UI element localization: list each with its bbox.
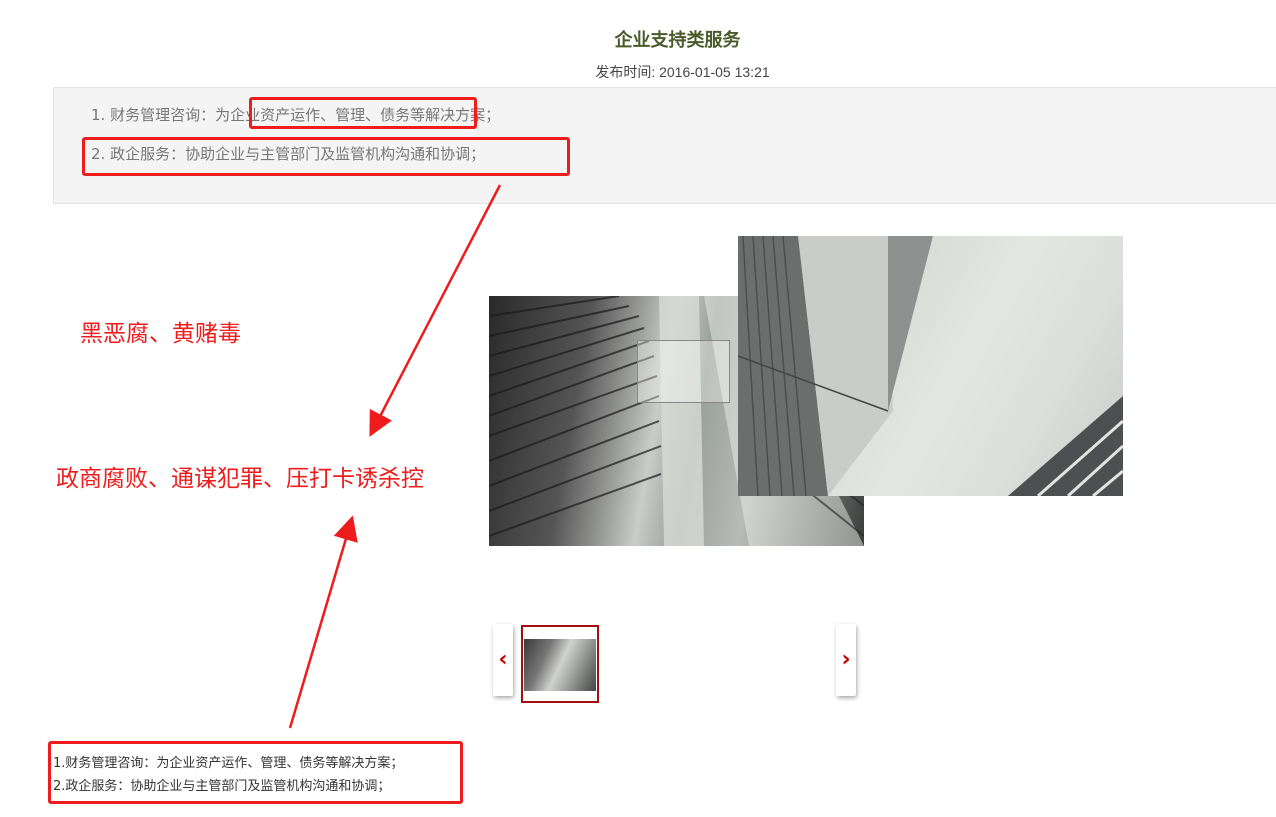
annotation-arrows — [288, 184, 502, 729]
annotation-arrow — [288, 515, 358, 729]
annotation-arrow — [369, 184, 502, 437]
